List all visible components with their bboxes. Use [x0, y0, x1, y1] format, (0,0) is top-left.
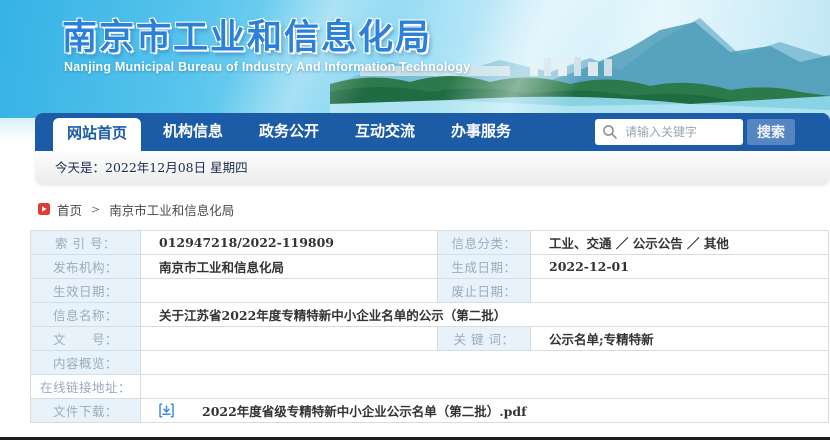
breadcrumb-home[interactable]: 首页: [57, 200, 82, 219]
field-label-expire: 废止日期：: [437, 278, 531, 303]
page: 南京市工业和信息化局 Nanjing Municipal Bureau of I…: [0, 0, 830, 443]
field-label-effective: 生效日期：: [30, 278, 141, 303]
field-label-gen-date: 生成日期：: [437, 254, 531, 279]
field-value-expire: [530, 278, 829, 303]
field-value-overview: [140, 350, 829, 375]
breadcrumb-current: 南京市工业和信息化局: [109, 202, 235, 218]
field-label-category: 信息分类：: [437, 230, 531, 255]
field-label-doc-no: 文 号：: [30, 326, 141, 351]
download-file-link[interactable]: 2022年度省级专精特新中小企业公示名单（第二批）.pdf: [202, 401, 527, 420]
nav-tab-home[interactable]: 网站首页: [53, 118, 141, 151]
field-value-category: 工业、交通 ／ 公示公告 ／ 其他: [530, 230, 829, 255]
search-button[interactable]: 搜索: [747, 119, 795, 145]
table-row: 文件下载： 2022年度省级专精特新中小企业公示名单（第二批）.pdf: [30, 398, 829, 423]
today-date-text: 今天是：2022年12月08日 星期四: [55, 160, 248, 175]
field-value-gen-date: 2022-12-01: [530, 254, 829, 279]
search-icon: [603, 125, 617, 139]
download-icon[interactable]: [159, 403, 174, 418]
window-bottom-edge: [0, 437, 830, 440]
field-label-keywords: 关 键 词：: [437, 326, 531, 351]
table-row: 索 引 号： 012947218/2022-119809 信息分类： 工业、交通…: [30, 230, 829, 255]
field-label-online-link: 在线链接地址：: [30, 374, 141, 399]
search-bar: 搜索: [595, 119, 795, 145]
breadcrumb: 首页 > 南京市工业和信息化局: [38, 200, 235, 219]
table-row: 发布机构： 南京市工业和信息化局 生成日期： 2022-12-01: [30, 254, 829, 279]
field-value-download: 2022年度省级专精特新中小企业公示名单（第二批）.pdf: [140, 398, 829, 423]
field-label-download: 文件下载：: [30, 398, 141, 423]
field-label-index: 索 引 号：: [30, 230, 141, 255]
field-value-publisher: 南京市工业和信息化局: [140, 254, 438, 279]
header-banner: 南京市工业和信息化局 Nanjing Municipal Bureau of I…: [0, 0, 830, 118]
main-nav: 网站首页 机构信息 政务公开 互动交流 办事服务 搜索: [35, 113, 830, 151]
table-row: 内容概览：: [30, 350, 829, 375]
site-subtitle: Nanjing Municipal Bureau of Industry And…: [64, 60, 471, 74]
nav-tab-agency-info[interactable]: 机构信息: [149, 113, 237, 151]
nav-tab-services[interactable]: 办事服务: [437, 113, 525, 151]
table-row: 信息名称： 关于江苏省2022年度专精特新中小企业名单的公示（第二批）: [30, 302, 829, 327]
table-row: 生效日期： 废止日期：: [30, 278, 829, 303]
nav-tab-interaction[interactable]: 互动交流: [341, 113, 429, 151]
field-value-index: 012947218/2022-119809: [140, 230, 438, 255]
search-input-wrap: [595, 119, 743, 145]
date-bar: 今天是：2022年12月08日 星期四: [35, 151, 830, 185]
table-row: 在线链接地址：: [30, 374, 829, 399]
field-value-effective: [140, 278, 438, 303]
field-value-doc-no: [140, 326, 438, 351]
field-value-online-link: [140, 374, 829, 399]
nav-tab-gov-disclosure[interactable]: 政务公开: [245, 113, 333, 151]
field-value-name: 关于江苏省2022年度专精特新中小企业名单的公示（第二批）: [140, 302, 829, 327]
field-value-keywords: 公示名单;专精特新: [530, 326, 829, 351]
site-title: 南京市工业和信息化局: [62, 18, 433, 57]
home-icon: [38, 203, 50, 215]
field-label-name: 信息名称：: [30, 302, 141, 327]
table-row: 文 号： 关 键 词： 公示名单;专精特新: [30, 326, 829, 351]
field-label-overview: 内容概览：: [30, 350, 141, 375]
field-label-publisher: 发布机构：: [30, 254, 141, 279]
breadcrumb-separator: >: [91, 202, 101, 216]
info-table: 索 引 号： 012947218/2022-119809 信息分类： 工业、交通…: [30, 230, 829, 423]
